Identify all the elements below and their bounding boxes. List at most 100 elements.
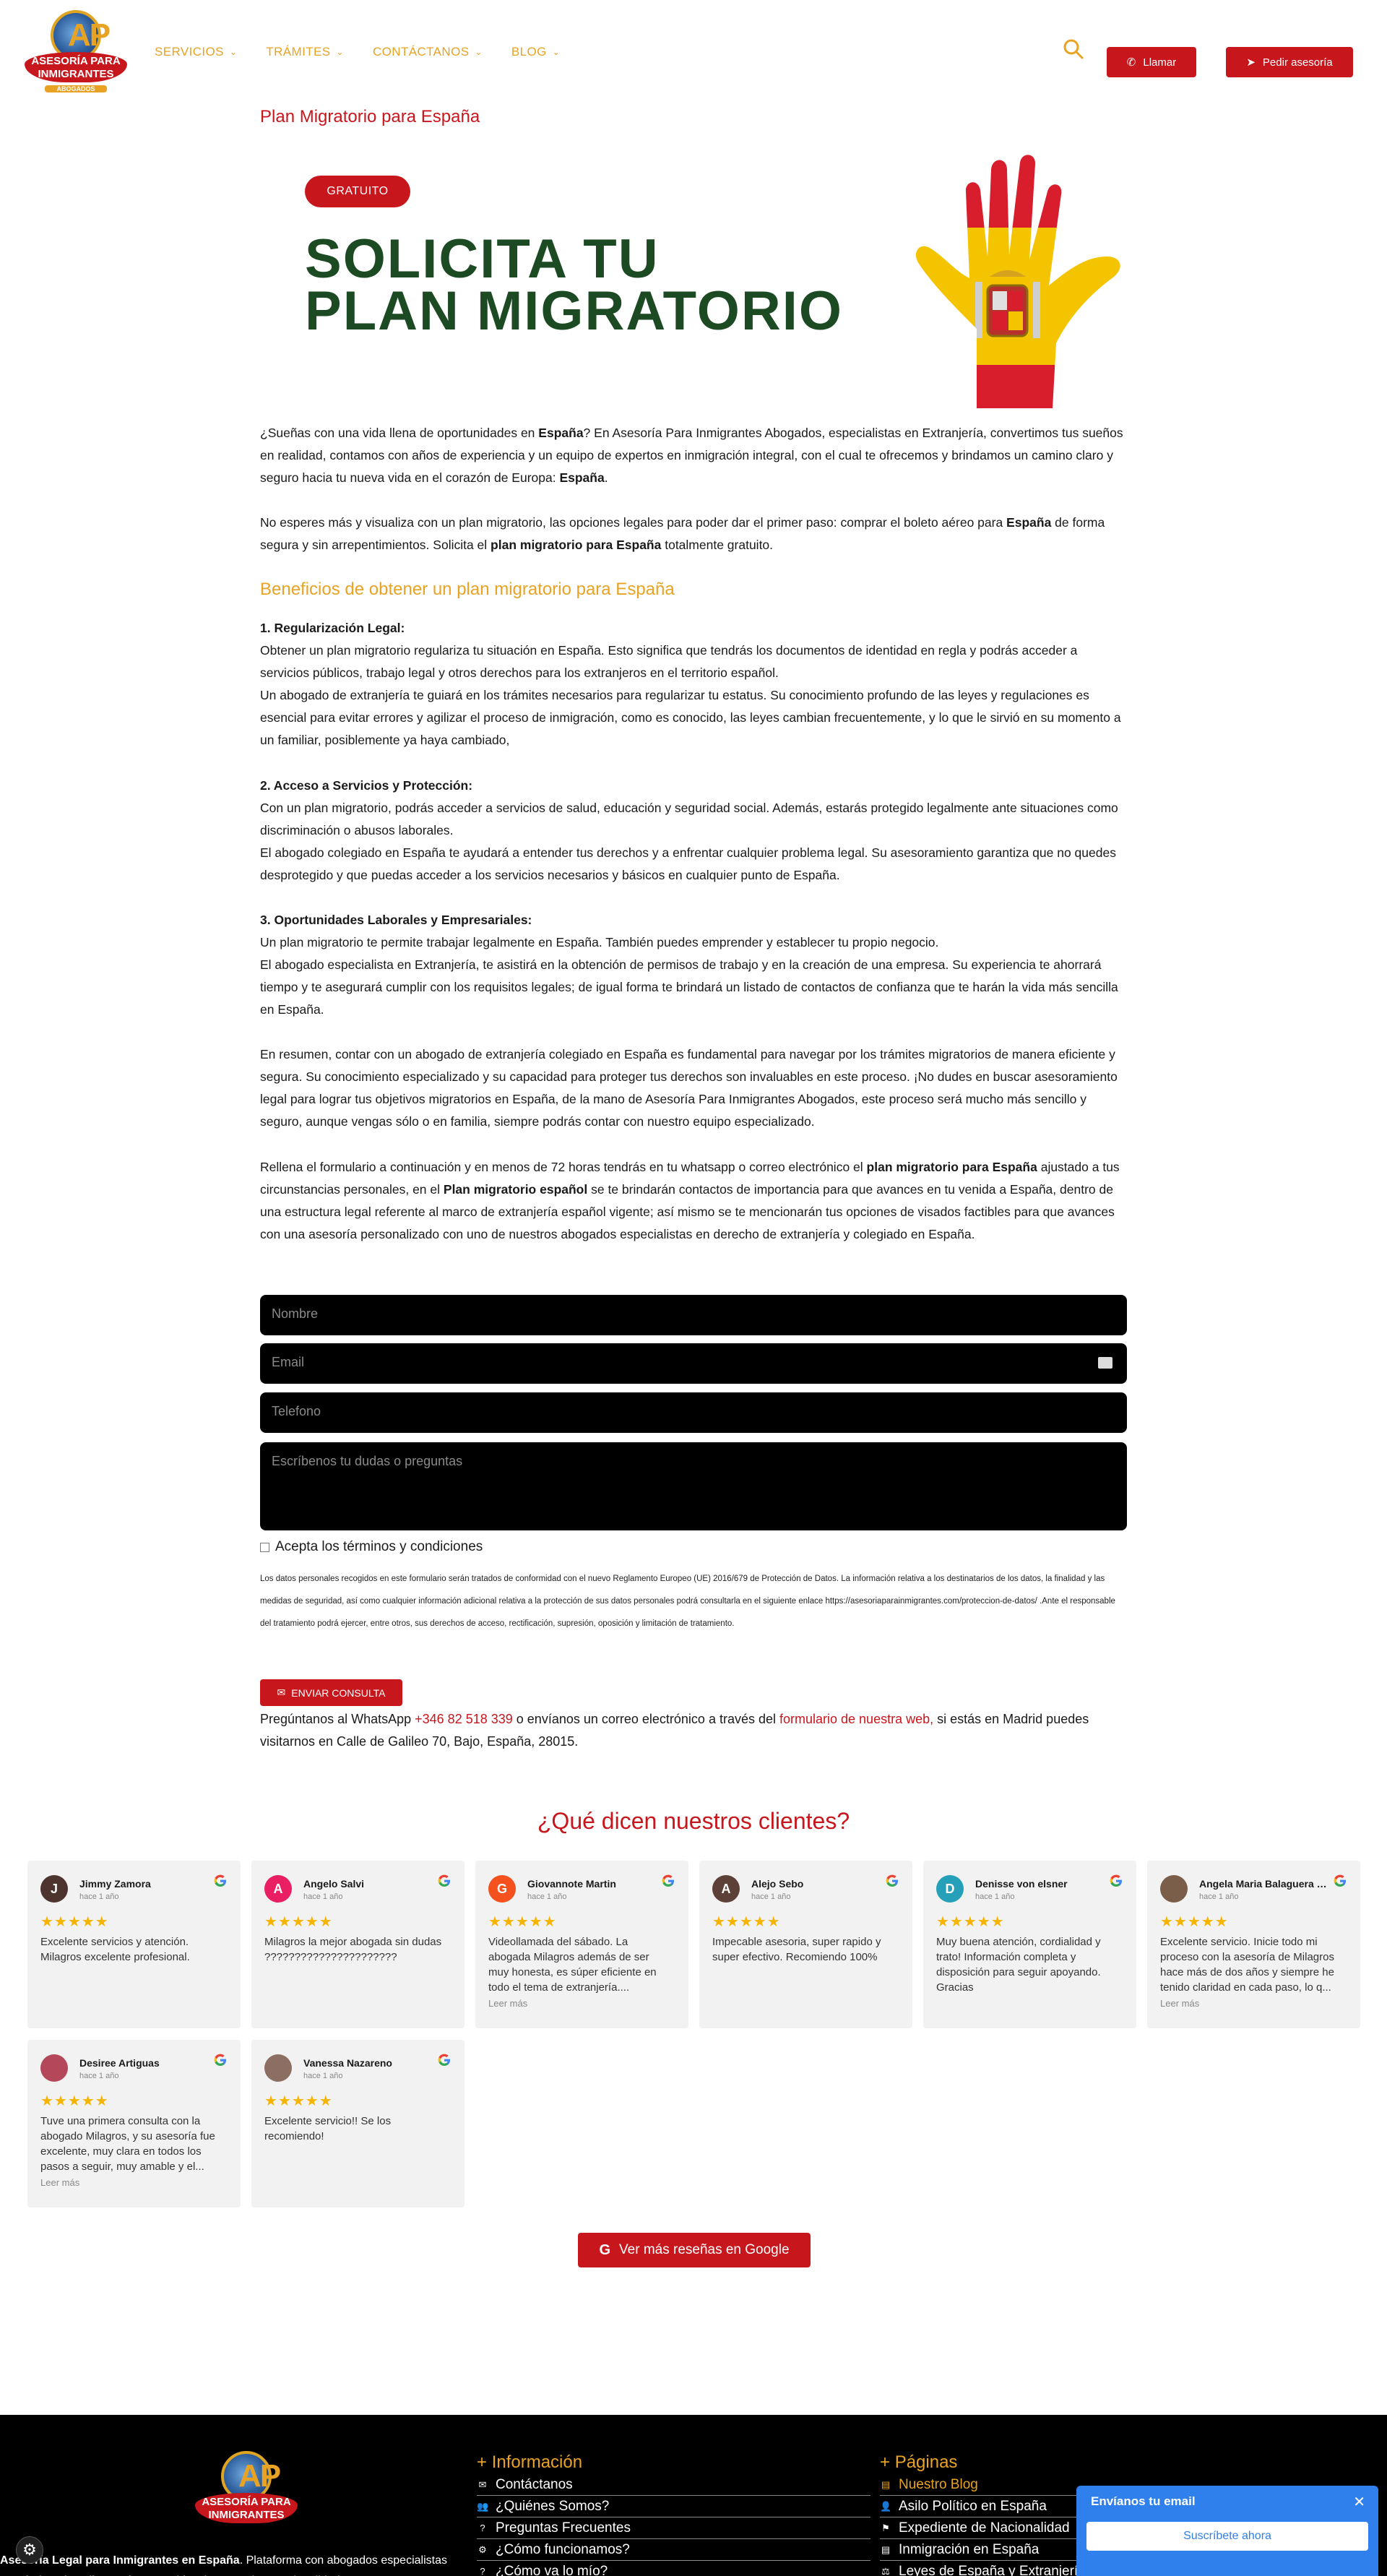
logo-letters: AP: [68, 17, 111, 53]
whatsapp-link[interactable]: +346 82 518 339: [415, 1712, 513, 1726]
link-icon: ⚑: [881, 2523, 890, 2533]
terms-row: Acepta los términos y condiciones: [260, 1539, 483, 1555]
cookie-settings-icon[interactable]: ⚙: [16, 2536, 43, 2564]
email-field[interactable]: Email: [260, 1343, 1127, 1384]
review-card: A Angelo Salvi hace 1 año ★★★★★ Milagros la …: [251, 1861, 465, 2028]
read-more-link[interactable]: Leer más: [40, 2177, 79, 2188]
footer-link[interactable]: ✉ Contáctanos: [477, 2474, 870, 2496]
google-icon: [438, 1874, 450, 1887]
logo-line1: ASESORÍA PARA: [202, 2496, 291, 2508]
advice-button-label: Pedir asesoría: [1262, 56, 1333, 69]
summary-paragraph: En resumen, contar con un abogado de ext…: [260, 1047, 1118, 1129]
submit-button[interactable]: ✉ ENVIAR CONSULTA: [260, 1679, 402, 1706]
text-run: o envíanos un correo electrónico a travé…: [512, 1712, 779, 1726]
benefit-2: 2. Acceso a Servicios y Protección: Con …: [260, 775, 1127, 887]
review-time: hace 1 año: [1199, 1892, 1239, 1901]
review-time: hace 1 año: [79, 1892, 119, 1901]
autofill-icon[interactable]: [1098, 1357, 1112, 1369]
read-more-link[interactable]: Leer más: [488, 1998, 527, 2009]
reviews-title: ¿Qué dicen nuestros clientes?: [537, 1808, 850, 1834]
search-icon[interactable]: [1062, 38, 1085, 61]
rating-stars: ★★★★★: [40, 2092, 109, 2109]
reviewer-name: Angelo Salvi: [303, 1878, 365, 1890]
read-more-link[interactable]: Leer más: [1160, 1998, 1199, 2009]
logo-line2: INMIGRANTES: [208, 2509, 285, 2521]
hero-title: SOLICITA TU PLAN MIGRATORIO: [305, 232, 843, 339]
link-icon: ?: [480, 2523, 485, 2533]
avatar: A: [712, 1875, 740, 1903]
reviewer-name: Jimmy Zamora: [79, 1878, 151, 1890]
footer-pages-title: + Páginas: [880, 2452, 958, 2472]
text-bold: España: [559, 470, 605, 485]
footer-info-title: + Información: [477, 2452, 583, 2472]
review-time: hace 1 año: [303, 1892, 343, 1901]
phone-icon: ✆: [1126, 56, 1136, 69]
google-icon: [438, 2054, 450, 2066]
reviewer-name: Denisse von elsner: [975, 1878, 1068, 1890]
logo-sub: ABOGADOS: [45, 85, 107, 92]
review-text: Videollamada del sábado. La abogada Mila…: [488, 1936, 657, 1994]
benefit-text: Obtener un plan migratorio regulariza tu…: [260, 643, 1078, 680]
free-badge: GRATUITO: [305, 176, 410, 207]
footer-link-label: Asilo Político en España: [899, 2499, 1047, 2514]
rating-stars: ★★★★★: [264, 1913, 333, 1930]
page-title: Plan Migratorio para España: [260, 107, 480, 126]
message-field[interactable]: Escríbenos tu dudas o preguntas: [260, 1442, 1127, 1530]
text-bold: plan migratorio para España: [866, 1160, 1037, 1174]
footer-link-label: ¿Cómo funcionamos?: [496, 2542, 630, 2557]
terms-checkbox[interactable]: [260, 1542, 269, 1552]
logo-band: ASESORÍA PARA INMIGRANTES: [25, 52, 127, 82]
footer-link[interactable]: ⚙ ¿Cómo funcionamos?: [477, 2539, 870, 2561]
nav-item-servicios[interactable]: SERVICIOS ⌄: [155, 45, 237, 59]
subscribe-button[interactable]: Suscríbete ahora: [1086, 2522, 1368, 2551]
review-text: Excelente servicio!! Se los recomiendo!: [264, 2115, 392, 2142]
footer-logo[interactable]: AP ASESORÍA PARA INMIGRANTES: [195, 2451, 298, 2523]
footer-link-label: Preguntas Frecuentes: [496, 2520, 631, 2536]
page: AP ASESORÍA PARA INMIGRANTES ABOGADOS SE…: [0, 0, 1387, 2576]
nav-item-contactanos[interactable]: CONTÁCTANOS ⌄: [373, 45, 483, 59]
nav-item-tramites[interactable]: TRÁMITES ⌄: [266, 45, 344, 59]
text-run: ¿Sueñas con una vida llena de oportunida…: [260, 426, 539, 440]
phone-field[interactable]: Telefono: [260, 1392, 1127, 1433]
benefit-text: Con un plan migratorio, podrás acceder a…: [260, 801, 1118, 837]
link-icon: ?: [480, 2566, 485, 2576]
link-icon: ⚙: [478, 2544, 487, 2555]
review-text: Tuve una primera consulta con la abogado…: [40, 2115, 215, 2173]
review-time: hace 1 año: [79, 2072, 119, 2080]
close-icon[interactable]: ✕: [1353, 2493, 1365, 2510]
review-text: Impecable asesoria, super rapido y super…: [712, 1936, 881, 1963]
nav-label: SERVICIOS: [155, 45, 224, 59]
chevron-down-icon: ⌄: [336, 47, 344, 57]
logo-line1: ASESORÍA PARA: [31, 55, 121, 67]
review-card: Vanessa Nazareno hace 1 año ★★★★★ Excelente…: [251, 2040, 465, 2207]
hero-banner: GRATUITO SOLICITA TU PLAN MIGRATORIO: [260, 148, 1127, 412]
nav-item-blog[interactable]: BLOG ⌄: [511, 45, 560, 59]
google-reviews-button[interactable]: G Ver más reseñas en Google: [578, 2233, 811, 2267]
chevron-down-icon: ⌄: [229, 47, 238, 57]
footer-link[interactable]: ? Preguntas Frecuentes: [477, 2517, 870, 2539]
review-card: G Giovannote Martin hace 1 año ★★★★★ Videoll…: [475, 1861, 688, 2028]
footer-description: Asesoría Legal para Inmigrantes en Españ…: [0, 2551, 462, 2576]
site-logo[interactable]: AP ASESORÍA PARA INMIGRANTES ABOGADOS: [25, 10, 127, 95]
text-run: totalmente gratuito.: [661, 538, 774, 552]
footer-link-label: Inmigración en España: [899, 2542, 1040, 2557]
intro-paragraph-1: ¿Sueñas con una vida llena de oportunida…: [260, 422, 1127, 489]
reviewer-name: Giovannote Martin: [527, 1878, 616, 1890]
review-time: hace 1 año: [527, 1892, 567, 1901]
footer-link[interactable]: ? ¿Cómo va lo mío?: [477, 2561, 870, 2576]
intro-paragraph-2: No esperes más y visualiza con un plan m…: [260, 512, 1127, 556]
review-text: Milagros la mejor abogada sin dudas ????…: [264, 1936, 442, 1963]
name-placeholder: Nombre: [272, 1306, 319, 1321]
request-advice-button[interactable]: ➤ Pedir asesoría: [1226, 47, 1353, 77]
review-text: Excelente servicios y atención. Milagros…: [40, 1936, 190, 1963]
benefit-3: 3. Oportunidades Laborales y Empresarial…: [260, 909, 1127, 1021]
call-button[interactable]: ✆ Llamar: [1107, 47, 1196, 77]
form-link[interactable]: formulario de nuestra web,: [779, 1712, 933, 1726]
footer-link[interactable]: 👥 ¿Quiénes Somos?: [477, 2496, 870, 2517]
name-field[interactable]: Nombre: [260, 1295, 1127, 1335]
text-run: No esperes más y visualiza con un plan m…: [260, 515, 1007, 530]
logo-letters: AP: [238, 2458, 281, 2494]
footer-link-label: ¿Cómo va lo mío?: [496, 2564, 608, 2576]
footer-info-list: ✉ Contáctanos 👥 ¿Quiénes Somos?? Preguntas F…: [477, 2474, 870, 2576]
email-placeholder: Email: [272, 1355, 305, 1369]
